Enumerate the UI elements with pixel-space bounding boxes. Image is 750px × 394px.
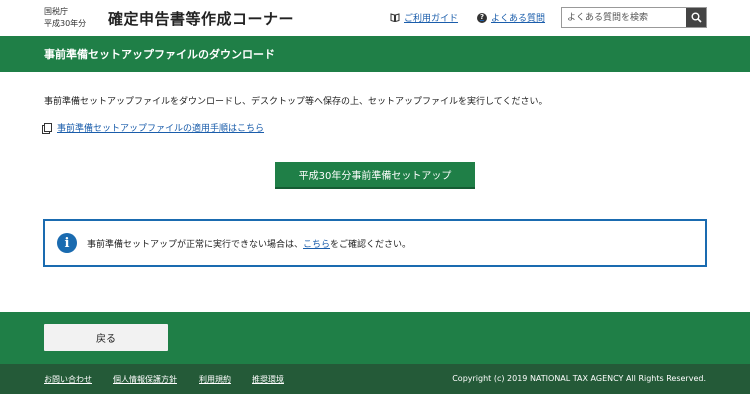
info-prefix: 事前準備セットアップが正常に実行できない場合は、	[87, 239, 304, 250]
instruction-text: 事前準備セットアップファイルをダウンロードし、デスクトップ等へ保存の上、セットア…	[44, 97, 548, 107]
book-icon	[390, 13, 400, 22]
copyright-text: Copyright (c) 2019 NATIONAL TAX AGENCY A…	[452, 374, 706, 383]
footer-link-privacy[interactable]: 個人情報保護方針	[113, 374, 177, 385]
back-button[interactable]: 戻る	[44, 324, 168, 351]
faq-search	[561, 7, 707, 28]
procedure-link-label[interactable]: 事前準備セットアップファイルの適用手順はこちら	[57, 121, 264, 134]
guide-link-label[interactable]: ご利用ガイド	[404, 11, 458, 24]
search-icon	[691, 12, 702, 23]
footer-link-contact[interactable]: お問い合わせ	[44, 374, 92, 385]
faq-link[interactable]: ? よくある質問	[477, 11, 545, 24]
faq-link-label[interactable]: よくある質問	[491, 11, 545, 24]
agency-name: 国税庁	[44, 7, 68, 16]
procedure-link[interactable]: 事前準備セットアップファイルの適用手順はこちら	[44, 121, 264, 134]
site-footer: お問い合わせ 個人情報保護方針 利用規約 推奨環境 Copyright (c) …	[0, 364, 750, 394]
question-icon: ?	[477, 12, 487, 23]
site-header: 国税庁 平成30年分 確定申告書等作成コーナー ご利用ガイド ? よくある質問	[0, 0, 750, 36]
search-button[interactable]	[686, 8, 706, 27]
info-notice: i 事前準備セットアップが正常に実行できない場合は、こちらをご確認ください。	[43, 219, 707, 267]
info-message: 事前準備セットアップが正常に実行できない場合は、こちらをご確認ください。	[87, 237, 411, 250]
footer-link-terms[interactable]: 利用規約	[199, 374, 231, 385]
info-icon: i	[57, 233, 77, 253]
download-setup-button[interactable]: 平成30年分事前準備セットアップ	[275, 162, 475, 189]
info-suffix: をご確認ください。	[330, 239, 412, 250]
window-icon	[44, 123, 52, 132]
tax-year: 平成30年分	[44, 19, 87, 28]
troubleshoot-link[interactable]: こちら	[303, 240, 330, 250]
guide-link[interactable]: ご利用ガイド	[390, 11, 458, 24]
site-title[interactable]: 確定申告書等作成コーナー	[108, 8, 294, 29]
title-band: 事前準備セットアップファイルのダウンロード	[0, 36, 750, 72]
page-title: 事前準備セットアップファイルのダウンロード	[44, 48, 275, 61]
footer-link-environment[interactable]: 推奨環境	[252, 374, 284, 385]
agency-label: 国税庁 平成30年分	[44, 6, 86, 30]
footer-nav-area: 戻る	[0, 312, 750, 364]
search-input[interactable]	[562, 8, 686, 27]
